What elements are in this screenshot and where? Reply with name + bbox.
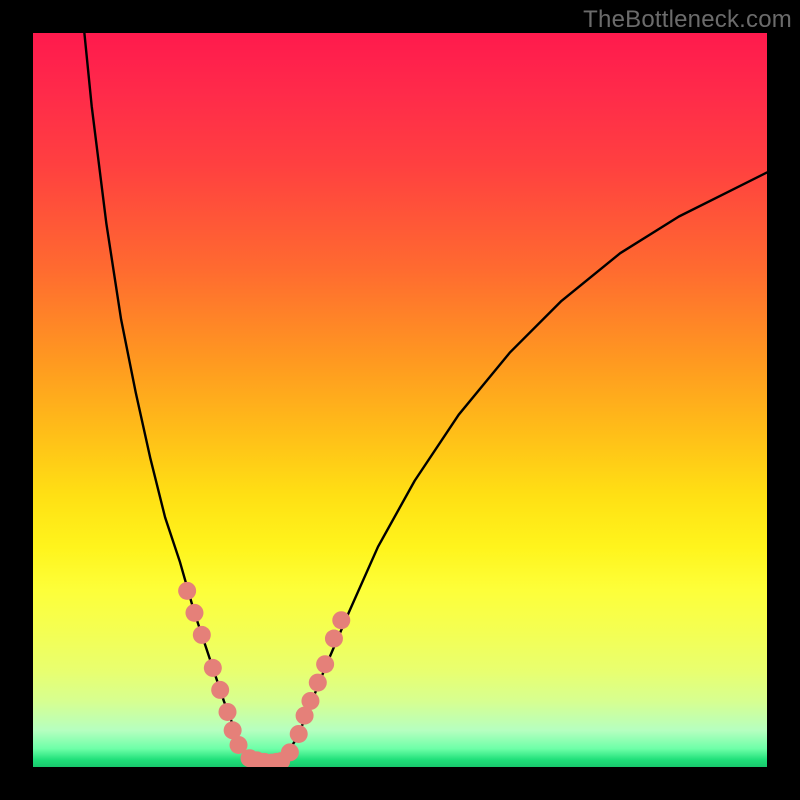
watermark-text: TheBottleneck.com (583, 6, 792, 34)
plot-area (33, 33, 767, 767)
chart-frame: TheBottleneck.com (0, 0, 800, 800)
